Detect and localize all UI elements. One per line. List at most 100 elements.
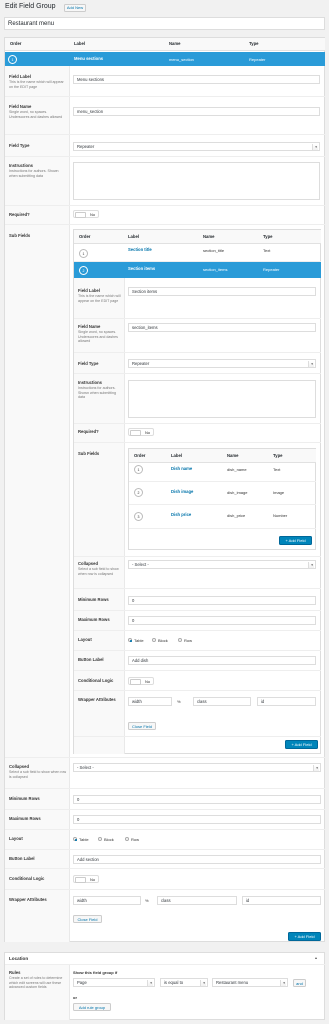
add-rule-group-button[interactable]: Add rule group (73, 1003, 111, 1011)
and-button[interactable]: and (293, 979, 306, 987)
sub-field-type: Text (273, 466, 281, 472)
min-rows-input[interactable]: 0 (128, 596, 316, 605)
max-rows-input[interactable]: 0 (128, 616, 316, 625)
sub-order-badge: 2 (79, 265, 88, 275)
close-field-button[interactable]: Close Field (128, 722, 156, 730)
close-field-button[interactable]: Close Field (73, 915, 102, 923)
required-toggle[interactable]: No (128, 428, 154, 436)
show-if-label: Show this field group if (73, 970, 118, 975)
field-name-input[interactable]: section_items (128, 323, 316, 332)
chevron-down-icon: ▾ (311, 563, 313, 567)
conditional-logic-title: Conditional Logic (78, 678, 114, 683)
field-label-desc: This is the name which will appear on th… (9, 80, 64, 89)
add-field-button[interactable]: + Add Field (279, 536, 312, 545)
sub-field-label-link[interactable]: Dish price (171, 512, 191, 517)
sub-order-badge: 2 (134, 488, 143, 497)
sub-field-label-link[interactable]: Section items (128, 266, 155, 271)
button-label-input[interactable]: Add section (73, 855, 321, 864)
conditional-logic-toggle[interactable]: No (128, 677, 154, 685)
rule-operator-select[interactable]: is equal to ▾ (160, 978, 208, 987)
chevron-down-icon: ▾ (150, 981, 152, 985)
sub-col-type: Type (273, 453, 283, 458)
sub-field-label-link[interactable]: Dish image (171, 489, 193, 494)
sub-field-row-section-items[interactable] (73, 262, 321, 278)
conditional-logic-toggle[interactable]: No (73, 875, 99, 883)
field-type-select[interactable]: Repeater ▾ (128, 359, 316, 368)
wrapper-id-input[interactable]: id (242, 896, 321, 905)
wrapper-width-input[interactable]: width (128, 697, 172, 706)
collapsed-select[interactable]: - Select - ▾ (73, 763, 321, 772)
sub-field-type: Text (263, 247, 271, 253)
button-label-title: Button Label (9, 856, 35, 861)
field-name-input[interactable]: menu_section (73, 107, 320, 116)
rule-param-select[interactable]: Page ▾ (73, 978, 155, 987)
field-type-select[interactable]: Repeater ▾ (73, 142, 320, 151)
sub-col-name: Name (203, 234, 215, 239)
layout-radio-block[interactable] (152, 638, 156, 642)
nested-sub-fields-panel (128, 448, 316, 550)
chevron-down-icon: ▾ (315, 145, 317, 149)
layout-title: Layout (78, 637, 92, 642)
layout-radio-table[interactable] (73, 837, 77, 841)
sub-order-badge: 1 (134, 465, 143, 474)
sub-field-label-link[interactable]: Section title (128, 247, 152, 252)
layout-option-label: Block (158, 637, 168, 643)
wrapper-percent-label: % (177, 699, 181, 704)
min-rows-input[interactable]: 0 (73, 795, 321, 804)
wrapper-width-input[interactable]: width (73, 896, 141, 905)
sub-col-label: Label (128, 234, 139, 239)
sub-field-name: section_title (203, 247, 225, 253)
max-rows-input[interactable]: 0 (73, 815, 321, 824)
layout-radio-table[interactable] (128, 638, 132, 642)
field-row-menu-sections[interactable] (4, 52, 325, 66)
rules-title: Rules (9, 970, 21, 975)
chevron-down-icon: ▾ (203, 981, 205, 985)
required-toggle[interactable]: No (73, 210, 99, 218)
add-field-button[interactable]: + Add Field (288, 932, 321, 941)
button-label-input[interactable]: Add dish (128, 656, 316, 665)
collapsed-desc: Select a sub field to show when row is c… (78, 567, 119, 576)
required-title: Required? (78, 429, 99, 434)
layout-radio-row[interactable] (125, 837, 129, 841)
add-new-button[interactable]: Add New (64, 4, 86, 12)
layout-radio-block[interactable] (98, 837, 102, 841)
layout-radio-row[interactable] (178, 638, 182, 642)
rule-value-select[interactable]: Restaurant menu ▾ (212, 978, 288, 987)
page-title: Edit Field Group (5, 3, 56, 10)
col-name: Name (169, 41, 181, 46)
chevron-down-icon: ▾ (316, 766, 318, 770)
add-field-button[interactable]: + Add Field (285, 740, 318, 749)
sub-fields-title: Sub Fields (9, 233, 31, 238)
sub-order-badge: 1 (79, 249, 88, 258)
wrapper-id-input[interactable]: id (257, 697, 316, 706)
field-label-input[interactable]: Section items (128, 287, 316, 296)
layout-option-label: Row (184, 637, 193, 643)
field-label-input[interactable]: Menu sections (73, 75, 320, 84)
wrapper-class-input[interactable]: class (157, 896, 237, 905)
layout-option-label: Table (79, 836, 89, 842)
field-type-title: Field Type (9, 143, 30, 148)
wrapper-class-input[interactable]: class (193, 697, 251, 706)
sub-field-type: Image (273, 489, 285, 495)
instructions-textarea[interactable] (128, 380, 316, 418)
col-label: Label (74, 41, 85, 46)
col-order: Order (10, 41, 22, 46)
sub-field-label-link[interactable]: Dish name (171, 466, 192, 471)
sub-fields-title: Sub Fields (78, 451, 100, 456)
wrapper-attributes-title: Wrapper Attributes (78, 697, 116, 702)
field-label-title: Field Label (9, 74, 31, 79)
location-header[interactable] (4, 953, 325, 965)
wrapper-percent-label: % (145, 898, 149, 903)
location-title: Location (9, 956, 29, 961)
group-title-input[interactable]: Restaurant menu (4, 17, 325, 30)
collapsed-select[interactable]: - Select - ▾ (128, 560, 316, 569)
field-label-desc: This is the name which will appear on th… (78, 294, 121, 303)
conditional-logic-title: Conditional Logic (9, 876, 45, 881)
layout-option-label: Block (104, 836, 114, 842)
settings-label-column (4, 66, 69, 942)
layout-option-label: Table (134, 637, 144, 643)
field-label-link[interactable]: Menu sections (74, 56, 103, 61)
sub-order-badge: 3 (134, 512, 143, 521)
instructions-textarea[interactable] (73, 162, 320, 200)
collapse-arrow-icon[interactable]: ▴ (315, 955, 317, 960)
